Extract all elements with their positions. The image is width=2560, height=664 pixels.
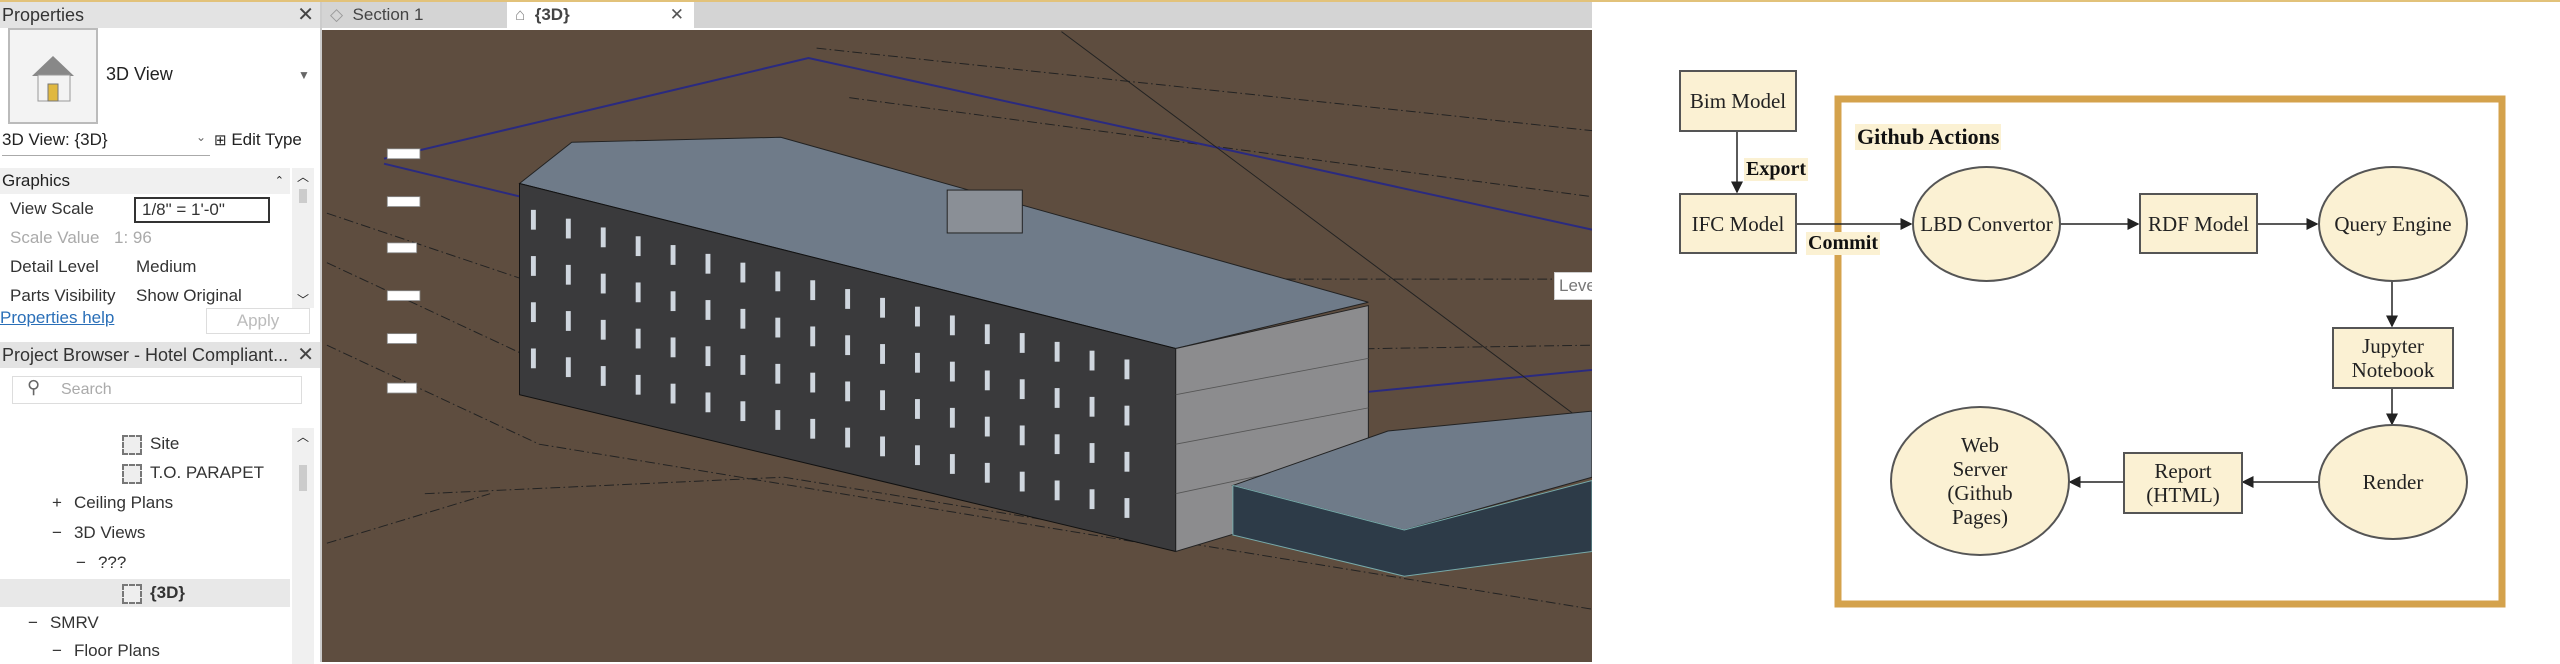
node-web-server: Web Server (Github Pages) — [1890, 406, 2070, 556]
commit-label: Commit — [1806, 232, 1880, 255]
node-rdf-model: RDF Model — [2139, 193, 2258, 254]
export-label: Export — [1744, 158, 1808, 181]
github-actions-label: Github Actions — [1855, 124, 2002, 150]
node-ifc-model: IFC Model — [1679, 193, 1797, 254]
diagram-arrows — [1731, 95, 2506, 608]
node-jupyter-notebook: Jupyter Notebook — [2332, 327, 2454, 389]
node-report-html: Report (HTML) — [2123, 452, 2243, 514]
node-query-engine: Query Engine — [2318, 166, 2468, 282]
node-bim-model: Bim Model — [1679, 70, 1797, 132]
node-lbd-convertor: LBD Convertor — [1912, 166, 2061, 282]
node-render: Render — [2318, 424, 2468, 540]
